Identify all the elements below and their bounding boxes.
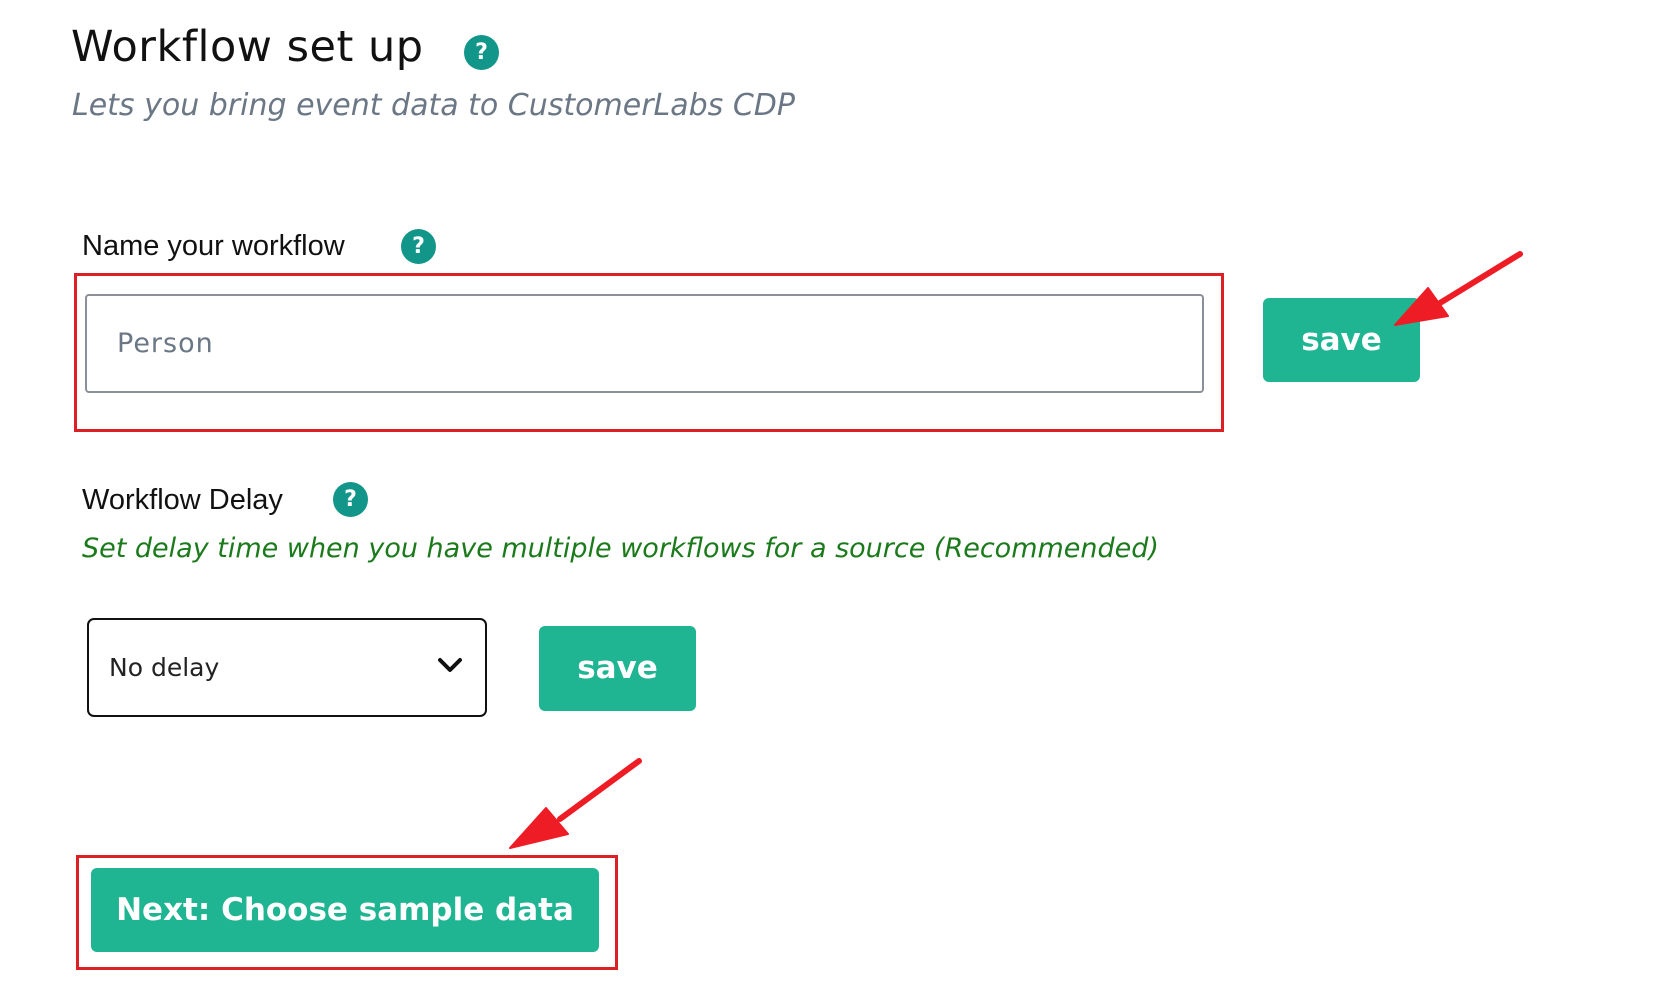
save-name-button[interactable]: save <box>1263 298 1420 382</box>
chevron-down-icon <box>438 658 462 672</box>
annotation-arrow-next <box>509 758 642 849</box>
delay-select-value: No delay <box>109 653 220 682</box>
title-help-icon[interactable]: ? <box>464 35 499 70</box>
workflow-name-help-icon[interactable]: ? <box>401 229 436 264</box>
next-choose-sample-data-button[interactable]: Next: Choose sample data <box>91 868 599 952</box>
page-subtitle: Lets you bring event data to CustomerLab… <box>72 88 795 123</box>
workflow-delay-help-text: Set delay time when you have multiple wo… <box>82 533 1159 564</box>
workflow-name-label: Name your workflow <box>82 230 345 262</box>
delay-select[interactable]: No delay <box>87 618 487 717</box>
workflow-delay-help-icon[interactable]: ? <box>333 482 368 517</box>
workflow-delay-label: Workflow Delay <box>82 484 283 516</box>
page-title: Workflow set up <box>71 22 424 72</box>
save-delay-button[interactable]: save <box>539 626 696 711</box>
workflow-name-input[interactable] <box>85 294 1204 393</box>
